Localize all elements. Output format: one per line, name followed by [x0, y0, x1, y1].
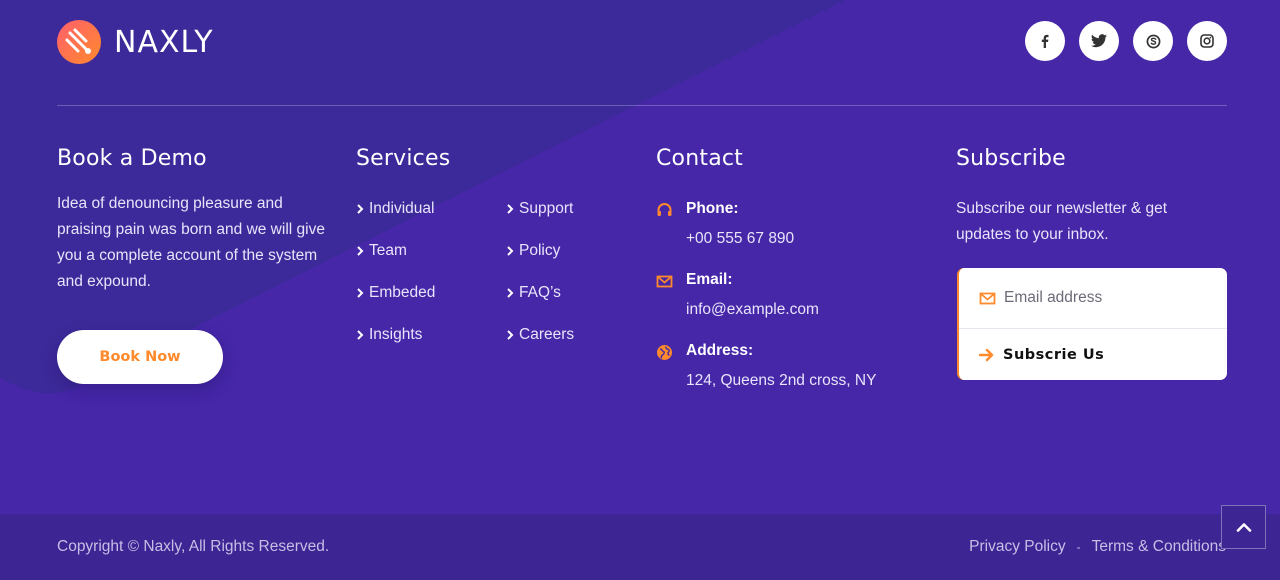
chevron-right-icon: [507, 288, 514, 298]
service-link-label: FAQ’s: [519, 284, 561, 301]
chevron-right-icon: [507, 204, 514, 214]
demo-heading: Book a Demo: [57, 146, 207, 171]
copyright-text: Copyright © Naxly, All Rights Reserved.: [57, 538, 330, 555]
phone-label: Phone:: [686, 200, 739, 217]
contact-heading: Contact: [656, 146, 743, 171]
service-link-label: Embeded: [369, 284, 436, 301]
subscribe-text: Subscribe our newsletter & get updates t…: [956, 200, 1168, 243]
instagram-icon: [1200, 34, 1214, 48]
service-link-support[interactable]: Support: [506, 198, 574, 220]
skype-button[interactable]: [1133, 21, 1173, 61]
headset-icon: [657, 203, 672, 216]
service-link-policy[interactable]: Policy: [506, 240, 574, 262]
address-value: 124, Queens 2nd cross, NY: [686, 372, 877, 389]
facebook-button[interactable]: [1025, 21, 1065, 61]
subscribe-button[interactable]: Subscrie Us: [959, 329, 1227, 380]
service-link-label: Team: [369, 242, 407, 259]
logo[interactable]: NAXLY: [57, 20, 214, 64]
service-link-faqs[interactable]: FAQ’s: [506, 282, 574, 304]
twitter-icon: [1091, 34, 1107, 48]
phone-value[interactable]: +00 555 67 890: [686, 230, 794, 248]
divider: [57, 105, 1227, 106]
subscribe-form: Subscrie Us: [957, 268, 1227, 380]
services-column: Services: [356, 146, 450, 195]
demo-column: Book a Demo Idea of denouncing pleasure …: [57, 146, 327, 295]
contact-column: Contact: [656, 146, 743, 195]
service-link-embeded[interactable]: Embeded: [356, 282, 435, 304]
service-link-individual[interactable]: Individual: [356, 198, 435, 220]
service-link-insights[interactable]: Insights: [356, 324, 435, 346]
footer-topbar: NAXLY: [57, 20, 1227, 66]
mail-icon: [656, 275, 673, 288]
logo-text: NAXLY: [114, 24, 214, 60]
logo-icon: [57, 20, 101, 64]
email-field-row: [959, 268, 1227, 329]
services-heading: Services: [356, 146, 451, 171]
chevron-right-icon: [357, 246, 364, 256]
social-links: [1025, 21, 1227, 61]
terms-link[interactable]: Terms & Conditions: [1092, 538, 1226, 556]
chevron-right-icon: [357, 204, 364, 214]
service-link-label: Support: [519, 200, 574, 217]
service-link-label: Insights: [369, 326, 423, 343]
chevron-right-icon: [507, 330, 514, 340]
email-label: Email:: [686, 271, 733, 288]
instagram-button[interactable]: [1187, 21, 1227, 61]
email-input[interactable]: [1004, 289, 1214, 307]
chevron-right-icon: [357, 330, 364, 340]
twitter-button[interactable]: [1079, 21, 1119, 61]
services-links-right: Support Policy FAQ’s Careers: [506, 198, 574, 366]
service-link-label: Policy: [519, 242, 561, 259]
book-now-button[interactable]: Book Now: [57, 330, 223, 384]
legal-separator: -: [1076, 540, 1081, 554]
scroll-to-top-button[interactable]: [1221, 505, 1266, 549]
subscribe-column: Subscribe: [956, 146, 1066, 195]
service-link-team[interactable]: Team: [356, 240, 435, 262]
address-label: Address:: [686, 342, 754, 359]
chevron-right-icon: [507, 246, 514, 256]
privacy-policy-link[interactable]: Privacy Policy: [969, 538, 1065, 556]
copyright-bar: Copyright © Naxly, All Rights Reserved. …: [0, 514, 1280, 580]
arrow-right-icon: [979, 348, 994, 361]
legal-links: Privacy Policy - Terms & Conditions: [969, 538, 1226, 556]
chevron-right-icon: [357, 288, 364, 298]
services-links-left: Individual Team Embeded Insights: [356, 198, 435, 366]
mail-icon: [979, 292, 996, 304]
subscribe-heading: Subscribe: [956, 146, 1066, 171]
demo-text: Idea of denouncing pleasure and praising…: [57, 195, 325, 290]
service-link-careers[interactable]: Careers: [506, 324, 574, 346]
service-link-label: Individual: [369, 200, 435, 217]
globe-icon: [657, 345, 672, 360]
facebook-icon: [1041, 34, 1049, 48]
email-value[interactable]: info@example.com: [686, 301, 819, 319]
skype-icon: [1146, 34, 1160, 48]
chevron-up-icon: [1236, 523, 1251, 532]
service-link-label: Careers: [519, 326, 575, 343]
subscribe-button-label: Subscrie Us: [1003, 346, 1105, 363]
